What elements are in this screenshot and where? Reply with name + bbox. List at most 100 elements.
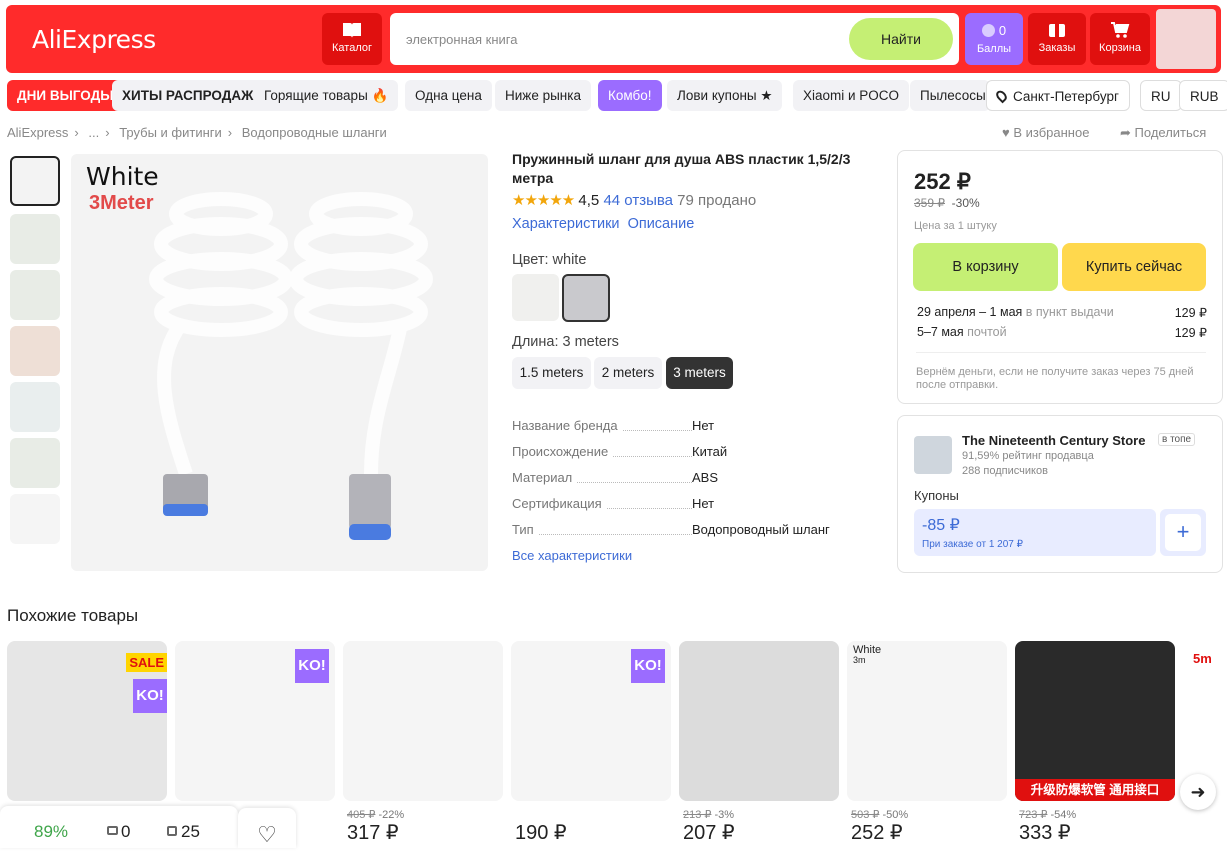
similar-item[interactable]: KO! [511,641,671,801]
old-price-row: 359 ₽ -30% [914,196,980,210]
delivery-method: почтой [967,325,1007,339]
pill-deals-days[interactable]: ДНИ ВЫГОДЫ [7,80,124,111]
star-rating-icon: ★★★★★ [512,192,575,209]
similar-heading: Похожие товары [7,606,139,625]
thumbnail-3[interactable] [10,270,60,320]
search-input[interactable]: электронная книга [406,32,517,47]
add-to-cart-button[interactable]: В корзину [913,243,1058,291]
share-label: Поделиться [1134,125,1207,140]
delivery-date: 5–7 мая [917,325,964,339]
thumbnail-4[interactable] [10,326,60,376]
pill-sale-hits[interactable]: ХИТЫ РАСПРОДАЖИ [112,80,274,111]
cart-icon [1111,22,1130,38]
delivery-row: 29 апреля – 1 мая в пункт выдачи 129 ₽ [917,305,1207,320]
book-icon [343,23,361,38]
discount: -30% [951,196,980,210]
thumbnail-7[interactable] [10,494,60,544]
length-option-2[interactable]: 2 meters [594,357,662,389]
ko-badge: KO! [295,649,329,683]
currency-selector[interactable]: RUB [1179,80,1227,111]
pill-one-price[interactable]: Одна цена [405,80,492,111]
rating-row: ★★★★★ 4,5 44 отзыва 79 продано [512,191,756,209]
length-option-1-5[interactable]: 1.5 meters [512,357,591,389]
similar-item[interactable] [343,641,503,801]
tab-characteristics[interactable]: Характеристики [512,216,620,232]
ko-badge: KO! [133,679,167,713]
aliexpress-logo[interactable]: AliExpress [32,25,156,54]
similar-item[interactable]: SALE KO! [7,641,167,801]
color-label: Цвет: white [512,252,587,268]
store-top-badge: в топе [1158,433,1196,446]
unit-label: Цена за 1 штуку [914,220,997,232]
color-option-gray[interactable] [512,274,559,321]
avatar[interactable] [1156,9,1216,69]
cart-label: Корзина [1099,42,1141,54]
spec-value: Нет [692,496,715,511]
coupons-label: Купоны [914,488,959,503]
orders-button[interactable]: Заказы [1028,13,1086,65]
location-icon [994,88,1009,104]
city-label: Санкт-Петербург [1013,89,1119,104]
pill-combo[interactable]: Комбо! [598,80,662,111]
favorite-label: В избранное [1013,125,1090,140]
delivery-price: 129 ₽ [1174,306,1207,320]
similar-item[interactable]: 升级防爆软管 通用接口 [1015,641,1175,801]
store-name[interactable]: The Nineteenth Century Store [962,433,1145,448]
language-selector[interactable]: RU [1140,80,1182,111]
spec-row: Происхождение Китай [512,444,852,462]
similar-price: 207 ₽ [683,822,735,844]
spec-key: Название бренда [512,418,622,433]
spec-key: Материал [512,470,577,485]
scroll-right-button[interactable]: ➜ [1180,774,1216,810]
catalog-button[interactable]: Каталог [322,13,382,65]
chevron-right-icon: › [74,125,79,140]
thumbnail-1[interactable] [10,156,60,206]
breadcrumb-hoses[interactable]: Водопроводные шланги [242,125,387,140]
all-specs-link[interactable]: Все характеристики [512,548,632,563]
breadcrumb-home[interactable]: AliExpress [7,125,68,140]
reviews-link[interactable]: 44 отзыва [603,192,673,209]
buy-now-button[interactable]: Купить сейчас [1062,243,1206,291]
coupon-condition: При заказе от 1 207 ₽ [922,539,1023,550]
camera-icon [107,826,118,835]
product-main-image[interactable]: White 3Meter [71,154,488,571]
spec-key: Сертификация [512,496,606,511]
thumbnail-5[interactable] [10,382,60,432]
spec-row: Материал ABS [512,470,852,488]
similar-item[interactable]: KO! [175,641,335,801]
similar-item[interactable] [679,641,839,801]
thumbnail-6[interactable] [10,438,60,488]
breadcrumb-ellipsis[interactable]: ... [88,125,99,140]
city-selector[interactable]: Санкт-Петербург [986,80,1130,111]
favorite-button[interactable]: ♥ В избранное [1002,125,1089,140]
pill-hot-items[interactable]: Горящие товары 🔥 [254,80,399,111]
review-stats-bar: 89% 0 25 [0,806,238,848]
box-icon [1049,24,1065,37]
share-button[interactable]: ➦ Поделиться [1120,125,1206,141]
pill-below-market[interactable]: Ниже рынка [495,80,591,111]
item-banner: 升级防爆软管 通用接口 [1015,779,1175,801]
cart-button[interactable]: Корзина [1090,13,1150,65]
points-button[interactable]: 0 Баллы [965,13,1023,65]
positive-percent: 89% [34,822,69,841]
length-option-3[interactable]: 3 meters [666,357,733,389]
copies-count: 25 [181,822,200,841]
spec-row: Название бренда Нет [512,418,852,436]
similar-price: 190 ₽ [515,822,567,844]
ko-badge: KO! [631,649,665,683]
pill-coupons[interactable]: Лови купоны ★ [667,80,783,111]
tab-description[interactable]: Описание [628,216,695,232]
pill-vacuums[interactable]: Пылесосы [910,80,990,111]
color-option-white[interactable] [562,274,610,322]
catalog-label: Каталог [332,42,372,54]
search-button[interactable]: Найти [849,18,953,60]
heart-outline-icon: ♡ [257,822,277,847]
pill-xiaomi[interactable]: Xiaomi и POCO [793,80,910,111]
store-logo[interactable] [914,436,952,474]
breadcrumb-pipes[interactable]: Трубы и фитинги [119,125,222,140]
similar-item[interactable]: White 3m [847,641,1007,801]
like-button[interactable]: ♡ [238,808,296,848]
add-coupon-button[interactable]: + [1160,509,1206,556]
thumbnail-2[interactable] [10,214,60,264]
coupon-card[interactable]: -85 ₽ При заказе от 1 207 ₽ [914,509,1156,556]
